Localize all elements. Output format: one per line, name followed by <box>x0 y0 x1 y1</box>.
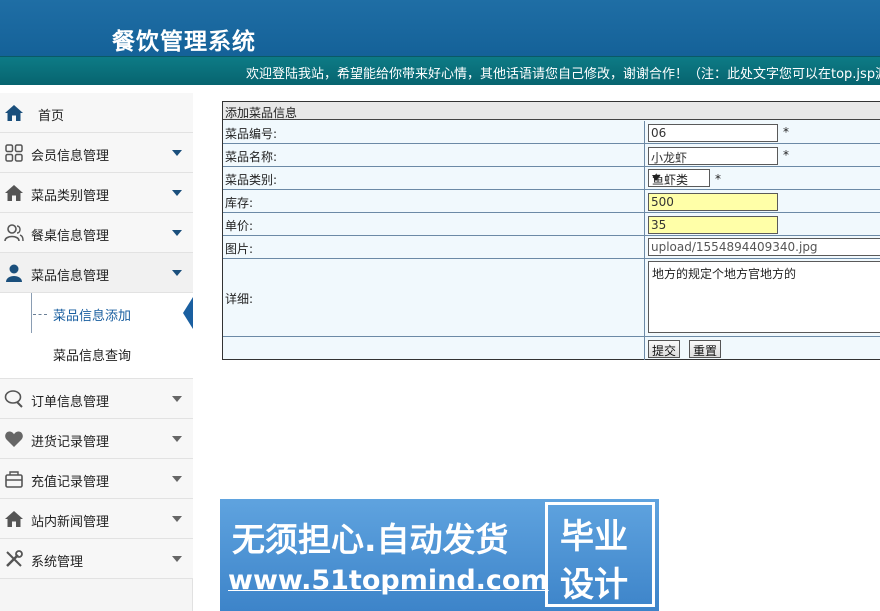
home-icon <box>5 105 23 121</box>
sidebar-item-label: 菜品信息管理 <box>31 269 110 284</box>
home-icon <box>5 511 23 527</box>
reset-button[interactable]: 重置 <box>689 340 722 358</box>
heart-icon <box>5 431 23 447</box>
sidebar-item-system[interactable]: 系统管理 <box>0 539 193 579</box>
grid-icon <box>5 144 23 162</box>
required-mark: * <box>715 172 721 186</box>
chevron-down-icon <box>172 150 182 156</box>
field-label: 单价: <box>225 219 254 233</box>
chevron-down-icon <box>652 175 660 181</box>
banner-slogan: 无须担心.自动发货 <box>232 520 509 559</box>
banner-badge: 毕业 设计 <box>545 502 655 607</box>
dish-code-input[interactable]: 06 <box>648 124 778 142</box>
field-label: 菜品类别: <box>225 173 278 187</box>
active-pointer-icon <box>183 297 193 329</box>
welcome-text: 欢迎登陆我站，希望能给你带来好心情，其他话语请您自己修改，谢谢合作！（注：此处文… <box>246 67 880 82</box>
form-row-category: 菜品类别: 鱼虾类 * <box>223 167 880 190</box>
form-row-image: 图片: upload/1554894409340.jpg <box>223 236 880 259</box>
sidebar-item-members[interactable]: 会员信息管理 <box>0 133 193 173</box>
form-row-actions: 提交 重置 <box>223 337 880 360</box>
chevron-down-icon <box>172 396 182 402</box>
sidebar-item-label: 进货记录管理 <box>31 435 110 450</box>
required-mark: * <box>783 125 789 139</box>
form-header: 添加菜品信息 <box>223 102 880 120</box>
field-label: 图片: <box>225 242 254 256</box>
submenu-item-label: 菜品信息查询 <box>53 349 132 364</box>
chevron-down-icon <box>172 516 182 522</box>
sidebar-item-label: 站内新闻管理 <box>31 515 110 530</box>
chevron-down-icon <box>172 190 182 196</box>
field-label: 菜品名称: <box>225 150 278 164</box>
sidebar: 首页 会员信息管理 菜品类别管理 餐桌信息管理 菜品信息管理 菜品信息添加 菜品… <box>0 93 193 611</box>
submit-button[interactable]: 提交 <box>648 340 681 358</box>
form-row-code: 菜品编号: 06 * <box>223 121 880 144</box>
sidebar-item-dishes[interactable]: 菜品信息管理 <box>0 253 193 293</box>
app-title: 餐饮管理系统 <box>112 28 256 55</box>
form-row-stock: 库存: 500 <box>223 190 880 213</box>
sidebar-item-orders[interactable]: 订单信息管理 <box>0 379 193 419</box>
field-label: 库存: <box>225 196 254 210</box>
header: 餐饮管理系统 欢迎登陆我站，希望能给你带来好心情，其他话语请您自己修改，谢谢合作… <box>0 0 880 85</box>
field-label: 详细: <box>225 292 254 306</box>
price-input[interactable]: 35 <box>648 216 778 234</box>
sidebar-item-label: 首页 <box>38 109 65 124</box>
form-title: 添加菜品信息 <box>225 106 298 120</box>
tree-branch <box>33 314 47 315</box>
submenu-item-query-dish[interactable]: 菜品信息查询 <box>0 333 193 373</box>
sidebar-item-tables[interactable]: 餐桌信息管理 <box>0 213 193 253</box>
sidebar-item-recharges[interactable]: 充值记录管理 <box>0 459 193 499</box>
submenu-item-label: 菜品信息添加 <box>53 309 132 324</box>
banner-url: www.51topmind.com <box>228 565 549 596</box>
chevron-down-icon <box>172 556 182 562</box>
add-dish-form: 添加菜品信息 菜品编号: 06 * 菜品名称: 小龙虾 * 菜品类别: 鱼虾类 … <box>222 101 880 360</box>
sidebar-item-home[interactable]: 首页 <box>0 93 193 133</box>
welcome-strip: 欢迎登陆我站，希望能给你带来好心情，其他话语请您自己修改，谢谢合作！（注：此处文… <box>0 56 880 85</box>
chat-icon <box>4 390 23 408</box>
chevron-down-icon <box>172 436 182 442</box>
home-icon <box>5 185 23 201</box>
form-row-detail: 详细: 地方的规定个地方官地方的 <box>223 259 880 337</box>
chevron-down-icon <box>172 230 182 236</box>
form-row-name: 菜品名称: 小龙虾 * <box>223 144 880 167</box>
banner-badge-line1: 毕业 <box>560 517 628 557</box>
chevron-down-icon <box>172 476 182 482</box>
tree-line <box>31 293 32 333</box>
dish-name-input[interactable]: 小龙虾 <box>648 147 778 165</box>
detail-textarea[interactable]: 地方的规定个地方官地方的 <box>648 261 880 333</box>
image-path-input[interactable]: upload/1554894409340.jpg <box>648 238 880 256</box>
sidebar-item-label: 系统管理 <box>31 555 84 570</box>
submenu-item-add-dish[interactable]: 菜品信息添加 <box>0 293 193 333</box>
sidebar-item-label: 充值记录管理 <box>31 475 110 490</box>
stock-input[interactable]: 500 <box>648 193 778 211</box>
chevron-down-icon <box>172 270 182 276</box>
required-mark: * <box>783 148 789 162</box>
field-label: 菜品编号: <box>225 127 278 141</box>
sidebar-item-label: 会员信息管理 <box>31 149 110 164</box>
tools-icon <box>6 550 23 567</box>
banner-badge-line2: 设计 <box>560 565 628 605</box>
package-icon <box>5 471 23 488</box>
sidebar-item-dish-categories[interactable]: 菜品类别管理 <box>0 173 193 213</box>
promo-banner[interactable]: 无须担心.自动发货 www.51topmind.com 毕业 设计 <box>220 499 659 611</box>
sidebar-item-label: 菜品类别管理 <box>31 189 110 204</box>
sidebar-item-label: 订单信息管理 <box>31 395 110 410</box>
submenu-dishes: 菜品信息添加 菜品信息查询 <box>0 293 193 379</box>
users-icon <box>4 224 24 242</box>
sidebar-item-news[interactable]: 站内新闻管理 <box>0 499 193 539</box>
person-icon <box>6 264 22 282</box>
sidebar-item-purchases[interactable]: 进货记录管理 <box>0 419 193 459</box>
dish-category-select[interactable]: 鱼虾类 <box>648 169 710 187</box>
sidebar-item-label: 餐桌信息管理 <box>31 229 110 244</box>
form-row-price: 单价: 35 <box>223 213 880 236</box>
